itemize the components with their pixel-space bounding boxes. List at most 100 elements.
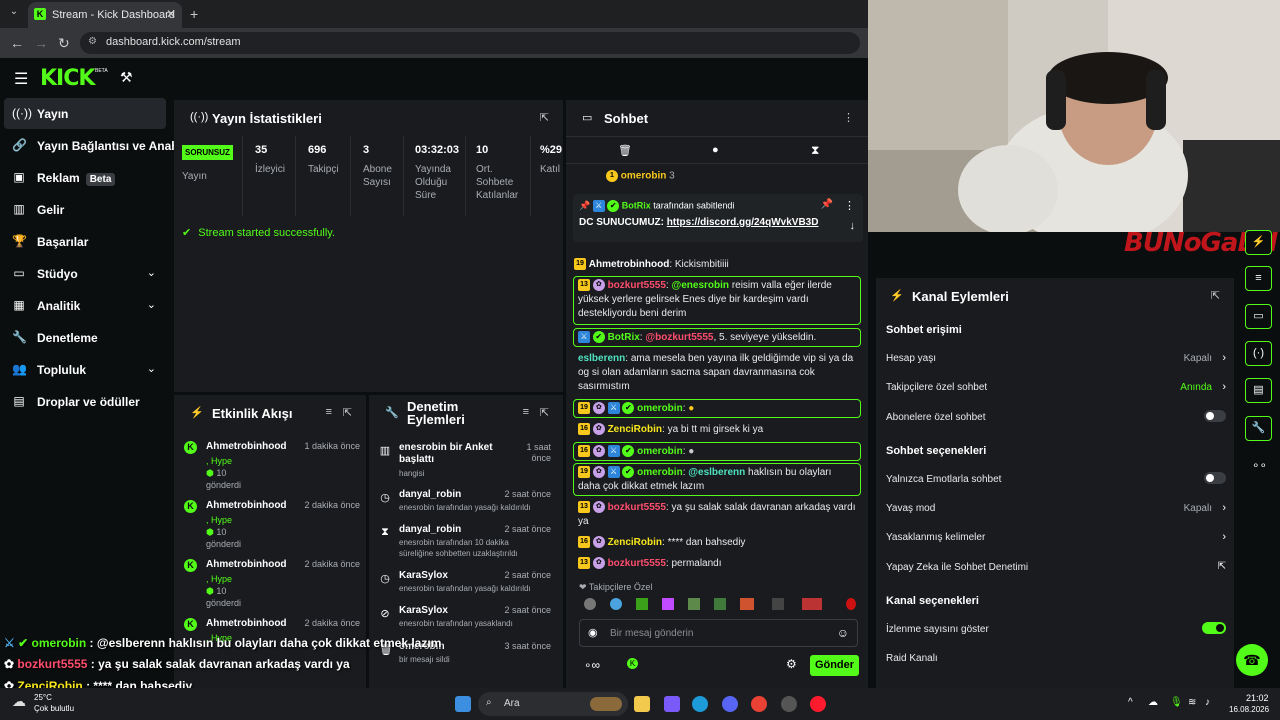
sidebar-item-gelir[interactable]: ▥ Gelir [4,194,166,225]
wifi-icon[interactable]: ≋ [1188,697,1196,708]
discord-link[interactable]: https://discord.gg/24qWvkVB3D [667,217,819,228]
file-explorer-icon[interactable] [634,696,650,712]
chat-user[interactable]: bozkurt5555 [608,502,666,513]
cloud-icon[interactable]: ☁ [1148,697,1158,708]
rail-chat-button[interactable]: ▭ [1245,304,1272,329]
expand-arrow-icon[interactable]: ↓ [850,220,856,232]
more-icon[interactable]: ⋮ [844,199,855,212]
reload-icon[interactable]: ↻ [58,35,70,52]
setting-banned-words[interactable]: Yasaklanmış kelimeler › [886,531,1226,543]
sidebar-item-droplar[interactable]: ▤ Droplar ve ödüller [4,386,166,417]
hourglass-icon[interactable]: ⧗ [811,143,819,158]
emote-icon[interactable] [772,598,784,610]
hammer-icon[interactable]: ⚒ [120,69,133,86]
toggle-switch[interactable] [1204,472,1226,484]
chat-user[interactable]: bozkurt5555 [608,558,666,569]
sidebar-item-basarilar[interactable]: 🏆 Başarılar [4,226,166,257]
chat-input[interactable]: ◉ Bir mesaj gönderin ☺ [579,619,858,647]
chat-mention[interactable]: @enesrobin [671,280,729,291]
unpin-icon[interactable]: 📌 [821,199,833,210]
m365-icon[interactable] [664,696,680,712]
sidebar-item-denetleme[interactable]: 🔧 Denetleme [4,322,166,353]
chat-user[interactable]: ZenciRobin [608,424,662,435]
rail-lightning-button[interactable]: ⚡ [1245,230,1272,255]
chat-user[interactable]: eslberenn [578,353,625,364]
send-button[interactable]: Gönder [810,655,859,676]
setting-raid-channel[interactable]: Raid Kanalı [886,653,1226,664]
clock-time[interactable]: 21:02 [1246,693,1269,703]
emote-icon[interactable] [584,598,596,610]
emote-icon[interactable] [688,598,700,610]
setting-followers-only[interactable]: Takipçilere özel sohbet Anında › [886,381,1226,393]
emoji-icon[interactable]: ☺ [837,626,849,640]
obs-icon[interactable] [781,696,797,712]
emote-icon[interactable] [636,598,648,610]
chat-bubble-icon[interactable]: ● [712,144,719,156]
sidebar-item-yayin[interactable]: ((·)) Yayın [4,98,166,129]
chat-mention[interactable]: @eslberenn [688,467,745,478]
clock-date[interactable]: 16.08.2026 [1229,705,1269,714]
sidebar-item-stream-key[interactable]: 🔗 Yayın Bağlantısı ve Anahtarı [4,130,197,161]
emote-icon[interactable] [662,598,674,610]
popout-icon[interactable]: ⇱ [343,406,352,419]
emote-icon[interactable] [802,598,822,610]
rail-more-icon[interactable]: ∘∘ [1252,458,1267,472]
emote-icon[interactable] [610,598,622,610]
chat-user[interactable]: bozkurt5555 [608,280,666,291]
support-button[interactable]: ☎ [1236,644,1268,676]
sidebar-item-topluluk[interactable]: 👥 Topluluk ⌄ [4,354,166,385]
chat-user[interactable]: BotRix [608,332,640,343]
toggle-switch[interactable] [1202,622,1226,634]
discord-icon[interactable] [722,696,738,712]
chrome-icon[interactable] [751,696,767,712]
emote-icon[interactable] [846,598,856,610]
site-info-icon[interactable]: ⚙ [88,36,97,47]
chat-user[interactable]: omerobin [637,403,683,414]
more-icon[interactable]: ⋮ [843,111,854,124]
weather-icon[interactable]: ☁ [12,693,26,710]
edge-icon[interactable] [692,696,708,712]
kick-logo[interactable]: KICK [40,66,95,91]
kick-coin-icon[interactable]: K [627,658,638,669]
taskbar-search[interactable]: ⌕ Ara [478,692,628,716]
chat-user[interactable]: Ahmetrobinhood [589,259,670,270]
filter-icon[interactable]: ≡ [326,406,332,418]
chat-user[interactable]: omerobin [637,446,683,457]
tray-chevron-icon[interactable]: ^ [1128,697,1133,708]
sidebar-item-studyo[interactable]: ▭ Stüdyo ⌄ [4,258,166,289]
rail-stats-button[interactable]: ▤ [1245,378,1272,403]
setting-ai-moderation[interactable]: Yapay Zeka ile Sohbet Denetimi ⇱ [886,561,1226,573]
microphone-icon[interactable]: 🎙 [1170,697,1183,708]
back-icon[interactable]: ← [10,35,24,51]
rail-list-button[interactable]: ≡ [1245,266,1272,291]
url-field[interactable]: ⚙ dashboard.kick.com/stream [80,32,860,54]
settings-icon[interactable]: ⚙ [786,657,797,671]
menu-icon[interactable]: ☰ [14,69,28,89]
emote-icon[interactable] [714,598,726,610]
filter-icon[interactable]: ≡ [523,406,529,418]
sidebar-item-analitik[interactable]: ▦ Analitik ⌄ [4,290,166,321]
chat-mention[interactable]: @bozkurt5555 [645,332,713,343]
sidebar-item-reklam[interactable]: ▣ Reklam Beta [4,162,166,193]
rail-broadcast-button[interactable]: (·) [1245,341,1272,366]
popout-icon[interactable]: ⇱ [540,111,549,124]
popout-icon[interactable]: ⇱ [1211,289,1220,302]
forward-icon[interactable]: → [34,35,48,51]
chat-user[interactable]: ZenciRobin [608,537,662,548]
chat-tools-icon[interactable]: ∘∞ [584,658,600,672]
new-tab-icon[interactable]: + [190,6,198,22]
opera-icon[interactable] [810,696,826,712]
popout-icon[interactable]: ⇱ [540,406,549,419]
chat-user[interactable]: omerobin [637,467,683,478]
emote-icon[interactable] [740,598,754,610]
start-icon[interactable] [455,696,471,712]
setting-account-age[interactable]: Hesap yaşı Kapalı › [886,352,1226,364]
rail-wrench-button[interactable]: 🔧 [1245,416,1272,441]
browser-tab[interactable]: K Stream - Kick Dashboard ✕ [28,2,182,28]
tab-list-icon[interactable]: ⌄ [6,6,22,22]
toggle-switch[interactable] [1204,410,1226,422]
setting-slow-mode[interactable]: Yavaş mod Kapalı › [886,502,1226,514]
trash-icon[interactable]: 🗑 [618,144,632,157]
close-tab-icon[interactable]: ✕ [166,7,176,21]
volume-icon[interactable]: ♪ [1205,697,1210,708]
